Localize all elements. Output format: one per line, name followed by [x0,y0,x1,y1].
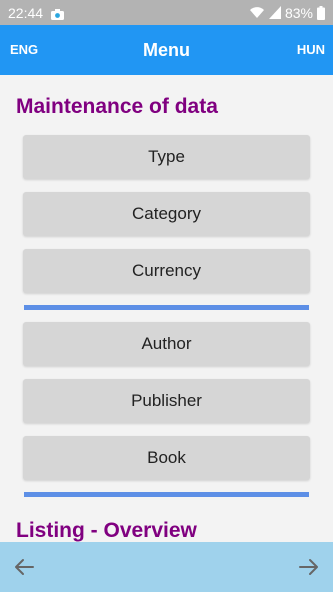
publisher-button[interactable]: Publisher [23,379,310,423]
battery-percent: 83% [284,4,313,21]
type-button[interactable]: Type [23,135,310,179]
divider [24,492,309,497]
page-title: Menu [143,39,190,60]
section-title-listing: Listing - Overview [16,519,197,542]
bottom-navigation-bar [0,542,333,592]
author-button[interactable]: Author [23,322,310,366]
status-time: 22:44 [8,4,44,21]
arrow-left-icon[interactable] [13,556,35,578]
book-button[interactable]: Book [23,436,310,480]
camera-icon [51,7,65,20]
section-title-maintenance: Maintenance of data [16,95,218,118]
menu-content[interactable]: Maintenance of data Type Category Curren… [0,75,333,542]
currency-button[interactable]: Currency [23,249,310,293]
language-hun-button[interactable]: HUN [297,25,325,75]
status-indicators: 83% [249,5,325,21]
app-bar: ENG Menu HUN [0,25,333,75]
arrow-right-icon[interactable] [298,556,320,578]
signal-icon [268,6,281,19]
divider [24,305,309,310]
wifi-icon [249,6,265,19]
language-eng-button[interactable]: ENG [10,25,38,75]
status-bar: 22:44 83% [0,0,333,25]
battery-icon [317,5,325,20]
category-button[interactable]: Category [23,192,310,236]
